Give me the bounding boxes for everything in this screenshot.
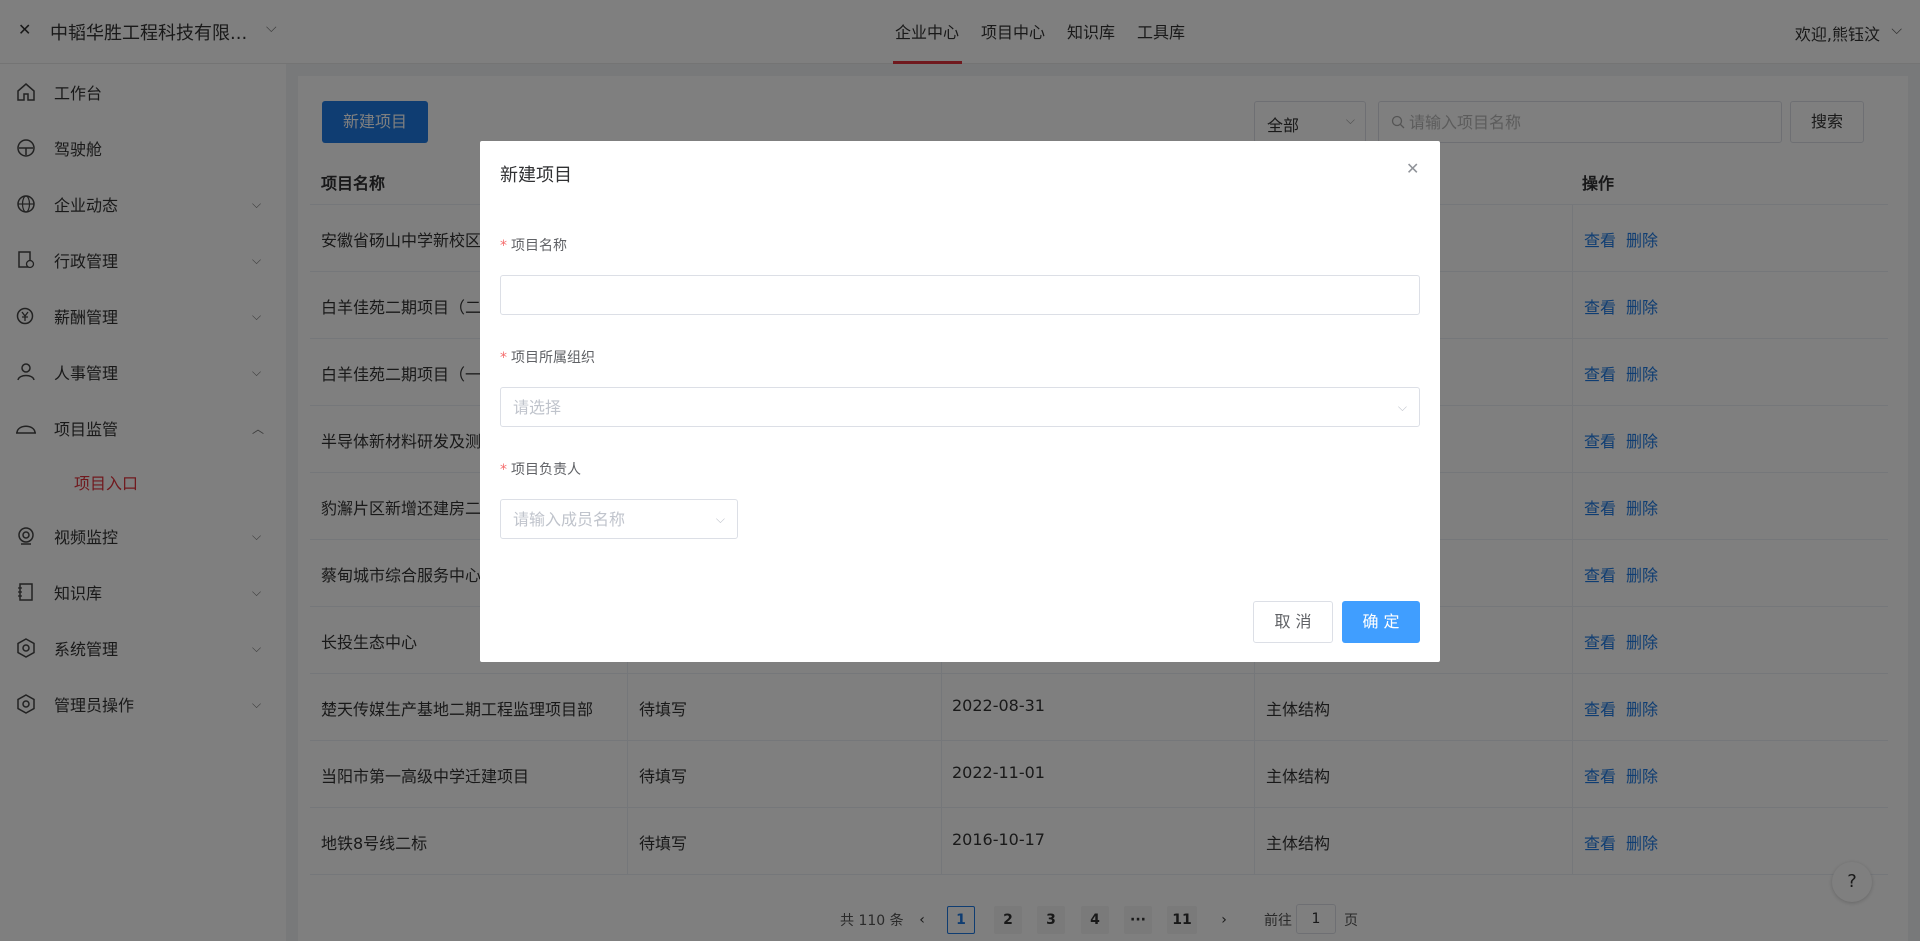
- required-marker: *: [500, 350, 507, 366]
- new-project-dialog: 新建项目 ✕ *项目名称 *项目所属组织 ⌵ *项目负责人 ⌵ 取 消 确 定: [480, 141, 1440, 662]
- label-text: 项目负责人: [511, 462, 581, 478]
- project-org-label: * 项目所属组织: [500, 347, 595, 367]
- org-select-input[interactable]: [501, 388, 1419, 426]
- cancel-button[interactable]: 取 消: [1253, 601, 1333, 643]
- close-icon[interactable]: ✕: [1406, 159, 1419, 178]
- confirm-button[interactable]: 确 定: [1342, 601, 1420, 643]
- chevron-down-icon: ⌵: [715, 512, 725, 526]
- project-leader-label: * 项目负责人: [500, 459, 581, 479]
- required-marker: *: [500, 238, 507, 254]
- project-name-label: * 项目名称: [500, 235, 567, 255]
- project-org-select[interactable]: ⌵: [500, 387, 1420, 427]
- project-leader-select[interactable]: ⌵: [500, 499, 738, 539]
- label-text: 项目所属组织: [511, 350, 595, 366]
- chevron-down-icon: ⌵: [1397, 400, 1407, 414]
- required-marker: *: [500, 462, 507, 478]
- label-text: 项目名称: [511, 238, 567, 254]
- project-name-input[interactable]: [501, 276, 1419, 314]
- project-name-field[interactable]: [500, 275, 1420, 315]
- dialog-title: 新建项目: [500, 165, 572, 186]
- leader-select-input[interactable]: [501, 500, 737, 538]
